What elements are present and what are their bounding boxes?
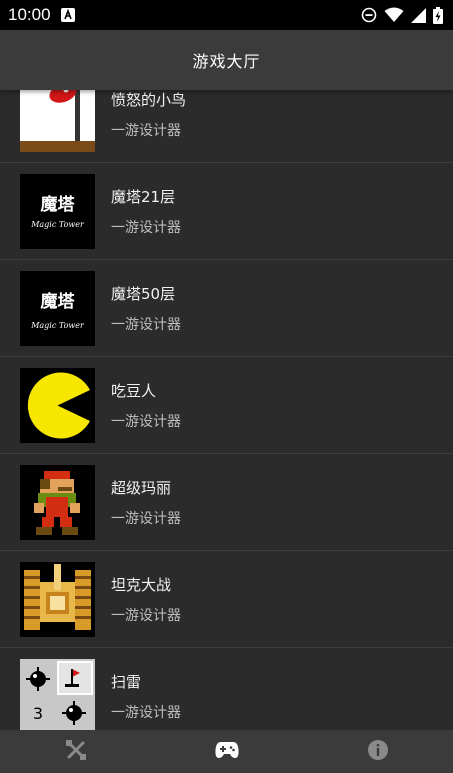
game-subtitle: 一游设计器 bbox=[111, 704, 181, 721]
game-name: 扫雷 bbox=[111, 672, 142, 691]
thumb-caption: Magic Tower bbox=[30, 321, 85, 330]
thumb-number: 3 bbox=[33, 704, 43, 723]
game-item-magic-tower-50[interactable]: 魔塔 Magic Tower 魔塔50层 一游设计器 bbox=[0, 260, 453, 357]
tools-icon bbox=[65, 739, 87, 765]
game-subtitle: 一游设计器 bbox=[111, 607, 181, 624]
magic-tower-50-thumbnail: 魔塔 Magic Tower bbox=[20, 270, 95, 346]
game-item-pacman[interactable]: 吃豆人 一游设计器 bbox=[0, 357, 453, 454]
game-name: 魔塔50层 bbox=[111, 284, 176, 303]
mario-thumbnail bbox=[20, 464, 95, 540]
app-bar: 游戏大厅 bbox=[0, 30, 453, 90]
game-subtitle: 一游设计器 bbox=[111, 413, 181, 430]
game-subtitle: 一游设计器 bbox=[111, 316, 181, 333]
gamepad-icon bbox=[214, 741, 239, 763]
game-item-minesweeper[interactable]: 3 扫雷 一游设计器 bbox=[0, 648, 453, 730]
game-subtitle: 一游设计器 bbox=[111, 219, 181, 236]
thumb-title: 魔塔 bbox=[41, 194, 76, 215]
page-title: 游戏大厅 bbox=[192, 52, 261, 71]
game-item-super-mario[interactable]: 超级玛丽 一游设计器 bbox=[0, 454, 453, 551]
status-bar: 10:00 bbox=[0, 0, 453, 30]
signal-icon bbox=[411, 7, 426, 23]
game-name: 吃豆人 bbox=[111, 381, 157, 400]
game-name: 愤怒的小鸟 bbox=[111, 90, 187, 109]
wifi-icon bbox=[384, 7, 404, 23]
game-item-magic-tower-21[interactable]: 魔塔 Magic Tower 魔塔21层 一游设计器 bbox=[0, 163, 453, 260]
game-subtitle: 一游设计器 bbox=[111, 510, 181, 527]
game-list[interactable]: 愤怒的小鸟 一游设计器 魔塔 Magic Tower 魔塔21层 一游设计器 魔… bbox=[0, 90, 453, 730]
game-item-tank-battle[interactable]: 坦克大战 一游设计器 bbox=[0, 551, 453, 648]
angry-bird-thumbnail bbox=[20, 90, 95, 152]
pacman-thumbnail bbox=[20, 367, 95, 443]
thumb-caption: Magic Tower bbox=[30, 220, 85, 229]
game-name: 魔塔21层 bbox=[111, 187, 176, 206]
do-not-disturb-icon bbox=[361, 7, 377, 23]
thumb-title: 魔塔 bbox=[41, 291, 76, 312]
game-subtitle: 一游设计器 bbox=[111, 122, 181, 139]
game-item-angry-birds[interactable]: 愤怒的小鸟 一游设计器 bbox=[0, 90, 453, 163]
notification-a-icon bbox=[60, 8, 75, 22]
magic-tower-thumbnail: 魔塔 Magic Tower bbox=[20, 173, 95, 249]
battery-charging-icon bbox=[433, 6, 443, 24]
game-name: 超级玛丽 bbox=[111, 478, 172, 497]
game-name: 坦克大战 bbox=[111, 575, 172, 594]
status-time: 10:00 bbox=[8, 5, 51, 24]
tank-thumbnail bbox=[20, 561, 95, 637]
info-icon bbox=[367, 739, 389, 765]
bottom-navigation bbox=[0, 730, 453, 773]
nav-games[interactable] bbox=[151, 730, 302, 773]
nav-tools[interactable] bbox=[0, 730, 151, 773]
minesweeper-thumbnail: 3 bbox=[20, 658, 95, 730]
nav-info[interactable] bbox=[302, 730, 453, 773]
